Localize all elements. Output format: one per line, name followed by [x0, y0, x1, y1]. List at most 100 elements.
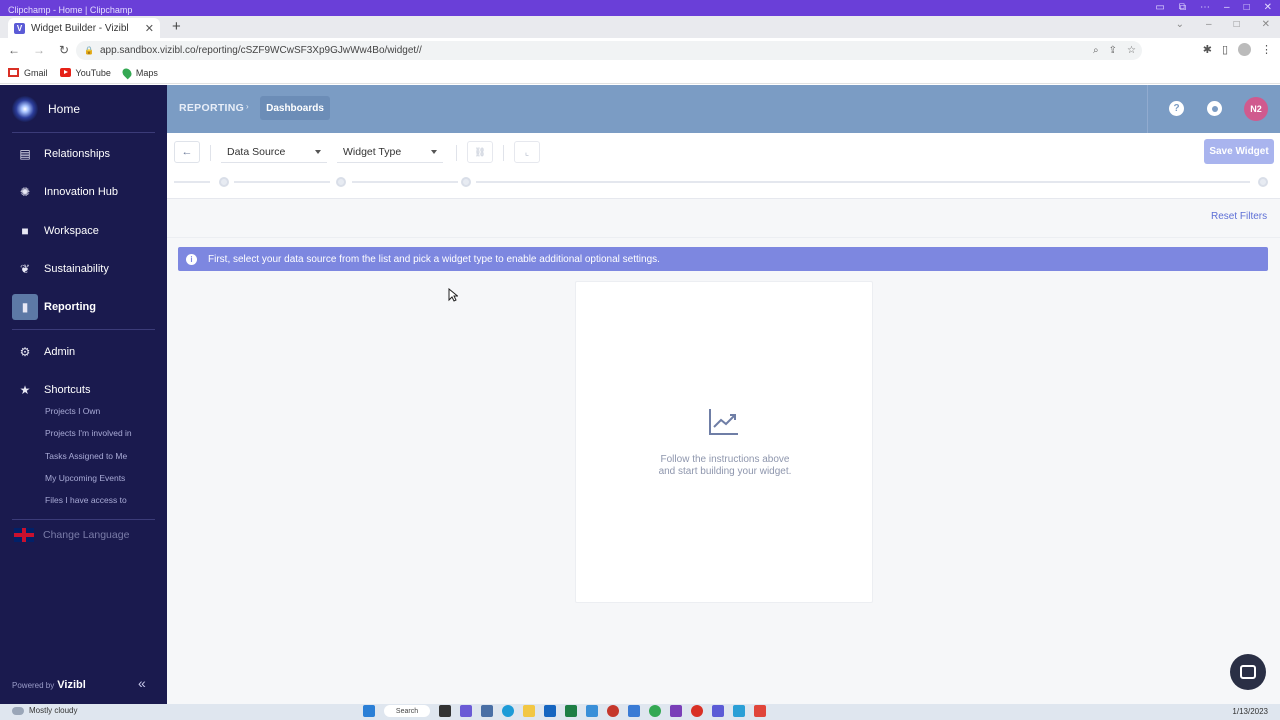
shortcut-link[interactable]: Tasks Assigned to Me [45, 451, 127, 461]
chrome-icon[interactable] [649, 705, 661, 717]
shortcut-link[interactable]: My Upcoming Events [45, 473, 125, 483]
sidebar-item-home[interactable]: Home [0, 85, 167, 133]
stepper-line [476, 181, 1250, 183]
zoom-icon[interactable]: ⌕ [1093, 45, 1099, 56]
sidebar-item-shortcuts[interactable]: ★ Shortcuts [12, 377, 155, 403]
app-icon[interactable] [481, 705, 493, 717]
taskbar-search[interactable]: Search [384, 705, 430, 717]
main-content: Reset Filters i First, select your data … [167, 199, 1280, 704]
close-window-icon[interactable]: ✕ [1264, 3, 1272, 13]
user-avatar[interactable]: N2 [1244, 97, 1268, 121]
stepper-line [352, 181, 458, 183]
outlook-icon[interactable] [544, 705, 556, 717]
save-widget-button[interactable]: Save Widget [1204, 139, 1274, 164]
extensions-icon[interactable]: ✱ [1203, 43, 1212, 56]
stepper-line [234, 181, 330, 183]
file-explorer-icon[interactable] [523, 705, 535, 717]
placeholder-line: Follow the instructions above [660, 454, 790, 465]
sidebar-item-label: Relationships [44, 148, 111, 160]
link-button[interactable]: ⛓ [467, 141, 493, 163]
browser-tab[interactable]: V Widget Builder - Vizibl ✕ [8, 18, 160, 38]
line-chart-icon [709, 409, 738, 435]
chevron-down-icon [431, 149, 437, 154]
breadcrumb-reporting[interactable]: REPORTING [179, 102, 244, 114]
widget-type-dropdown[interactable]: Widget Type [337, 141, 443, 163]
change-language-button[interactable]: Change Language [14, 528, 129, 542]
minimize-window-icon[interactable]: – [1224, 3, 1230, 13]
breadcrumb-dashboards[interactable]: Dashboards [260, 96, 330, 120]
bookmark-label: Maps [135, 67, 158, 78]
widget-toolbar: ← Data Source Widget Type ⛓ ⌞ Save Widge… [167, 133, 1280, 199]
new-tab-icon[interactable]: + [172, 18, 181, 36]
sidebar-item-innovation-hub[interactable]: ✺ Innovation Hub [12, 179, 155, 205]
maximize-window-icon[interactable]: □ [1244, 3, 1250, 13]
forward-arrow-icon[interactable]: → [28, 43, 50, 57]
tab-search-icon[interactable]: ⌄ [1176, 19, 1184, 30]
sidebar-item-reporting[interactable]: ▮ Reporting [12, 294, 155, 320]
bookmark-label: YouTube [75, 67, 111, 78]
notifications-icon[interactable] [1207, 101, 1222, 116]
restore-icon[interactable]: ⧉ [1179, 3, 1186, 13]
shortcut-link[interactable]: Files I have access to [45, 495, 127, 505]
bookmark-star-icon[interactable]: ☆ [1127, 45, 1136, 56]
sidebar-item-admin[interactable]: ⚙ Admin [12, 339, 155, 365]
task-view-icon[interactable] [439, 705, 451, 717]
chat-support-button[interactable] [1230, 654, 1266, 690]
step-dot [219, 177, 229, 187]
reset-filters-link[interactable]: Reset Filters [1211, 211, 1267, 222]
profile-avatar-icon[interactable] [1238, 43, 1251, 56]
back-arrow-icon[interactable]: ← [3, 43, 25, 57]
sidebar-item-label: Workspace [44, 225, 99, 237]
start-icon[interactable] [363, 705, 375, 717]
app-icon[interactable] [733, 705, 745, 717]
sidebar-item-sustainability[interactable]: ❦ Sustainability [12, 256, 155, 282]
help-icon[interactable]: ? [1169, 101, 1184, 116]
sidebar-item-workspace[interactable]: ■ Workspace [12, 218, 155, 244]
more-icon[interactable]: ⋯ [1200, 3, 1210, 13]
weather-widget[interactable]: Mostly cloudy [12, 706, 77, 715]
chart-button[interactable]: ⌞ [514, 141, 540, 163]
onenote-icon[interactable] [670, 705, 682, 717]
sidebar-item-relationships[interactable]: ▤ Relationships [12, 141, 155, 167]
app-icon[interactable] [754, 705, 766, 717]
address-bar[interactable]: 🔒 app.sandbox.vizibl.co/reporting/cSZF9W… [76, 41, 1142, 60]
bookmark-gmail[interactable]: Gmail [8, 68, 48, 78]
minimize-icon[interactable]: ▭ [1155, 3, 1164, 13]
mail-icon[interactable] [586, 705, 598, 717]
collapse-sidebar-icon[interactable]: « [138, 675, 146, 691]
side-panel-icon[interactable]: ▯ [1222, 43, 1228, 56]
omnibox-actions: ⌕ ⇪ ☆ [1093, 45, 1136, 56]
browser-close-icon[interactable]: ✕ [1262, 19, 1270, 30]
share-icon[interactable]: ⇪ [1109, 45, 1117, 56]
excel-icon[interactable] [565, 705, 577, 717]
powered-by-label: Powered by [12, 681, 55, 690]
reload-icon[interactable]: ↻ [53, 43, 75, 57]
app-icon[interactable] [607, 705, 619, 717]
bookmark-label: Gmail [24, 67, 48, 78]
browser-toolbar: ← → ↻ 🔒 app.sandbox.vizibl.co/reporting/… [0, 38, 1280, 62]
app-icon[interactable] [712, 705, 724, 717]
mouse-cursor-icon [448, 288, 458, 302]
teams-icon[interactable] [460, 705, 472, 717]
bar-chart-icon: ▮ [12, 294, 38, 320]
browser-minimize-icon[interactable]: – [1206, 19, 1212, 30]
edge-icon[interactable] [502, 705, 514, 717]
app-icon[interactable] [628, 705, 640, 717]
sidebar-item-label: Innovation Hub [44, 186, 118, 198]
shortcut-link[interactable]: Projects I Own [45, 406, 100, 416]
data-source-dropdown[interactable]: Data Source [221, 141, 327, 163]
sidebar-item-label: Sustainability [44, 263, 109, 275]
sidebar-divider [12, 329, 155, 330]
sidebar-divider [12, 519, 155, 520]
close-tab-icon[interactable]: ✕ [145, 22, 154, 35]
app-icon[interactable] [691, 705, 703, 717]
menu-kebab-icon[interactable]: ⋮ [1261, 43, 1272, 56]
back-button[interactable]: ← [174, 141, 200, 163]
breadcrumb-separator-icon: › [246, 102, 249, 111]
browser-maximize-icon[interactable]: □ [1234, 19, 1240, 30]
bookmark-maps[interactable]: Maps [120, 66, 158, 79]
bookmark-youtube[interactable]: YouTube [59, 67, 111, 78]
widget-preview-placeholder: Follow the instructions above and start … [575, 281, 873, 603]
shortcut-link[interactable]: Projects I'm involved in [45, 428, 132, 438]
info-banner: i First, select your data source from th… [178, 247, 1268, 271]
